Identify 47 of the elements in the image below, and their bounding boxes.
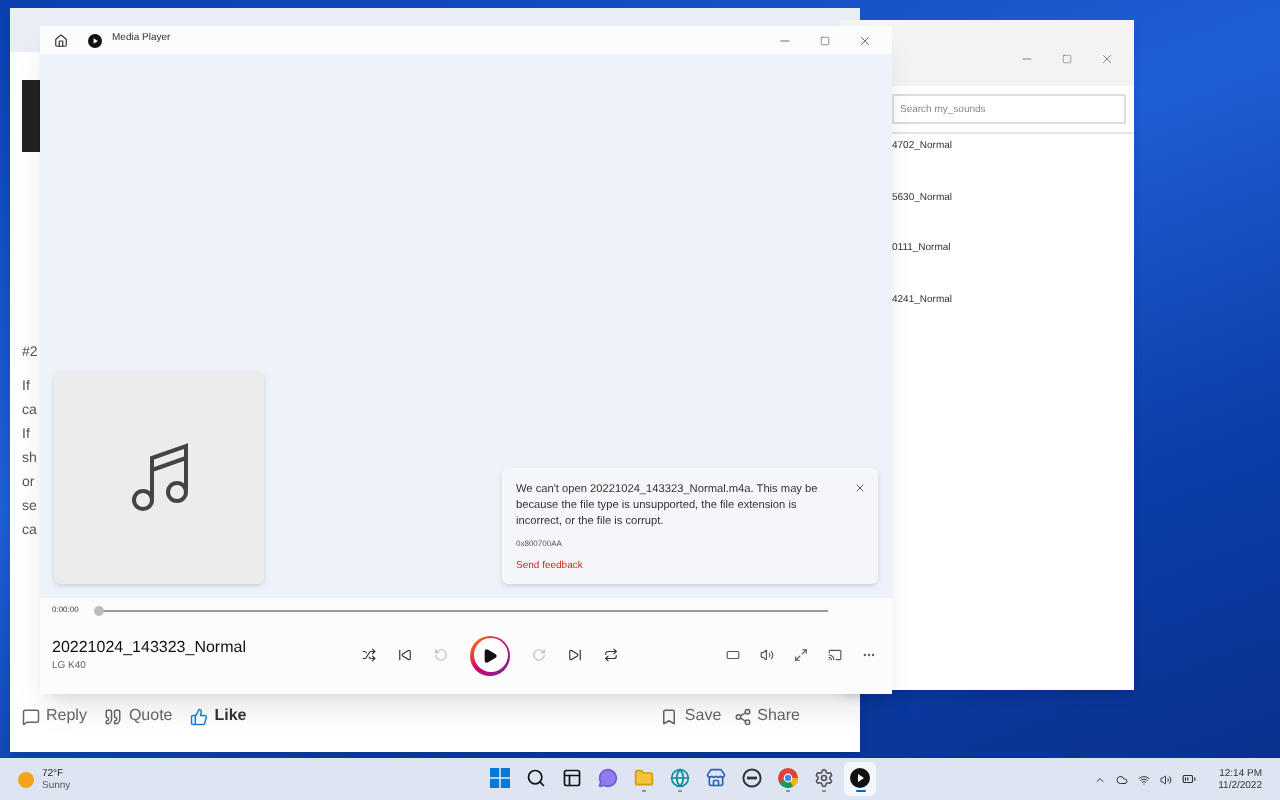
post-action-button[interactable]: Quote (104, 704, 173, 728)
taskbar-app[interactable] (844, 762, 876, 796)
home-icon[interactable] (54, 33, 68, 47)
save-icon (660, 707, 679, 725)
seek-thumb[interactable] (94, 605, 105, 615)
fullscreen-icon[interactable] (794, 648, 808, 662)
browser-icon[interactable] (670, 767, 690, 787)
music-notes-icon (129, 442, 189, 514)
play-icon (482, 647, 498, 663)
play-logo-icon[interactable] (850, 767, 870, 787)
sun-icon (18, 771, 34, 787)
previous-icon[interactable] (398, 648, 412, 662)
store-icon[interactable] (706, 767, 726, 787)
close-icon[interactable] (854, 481, 866, 493)
search-icon[interactable] (526, 767, 546, 787)
post-action-button[interactable]: Save (660, 704, 722, 728)
battery-icon[interactable] (1182, 772, 1197, 786)
windows-logo-icon[interactable] (490, 767, 510, 787)
close-icon[interactable] (1100, 51, 1114, 65)
play-button[interactable] (470, 635, 510, 675)
speaker-icon[interactable] (1160, 773, 1173, 785)
post-action-button[interactable]: Share (733, 704, 800, 728)
seek-slider[interactable] (94, 605, 828, 615)
chrome-style-icon[interactable] (778, 767, 798, 787)
volume-icon[interactable] (760, 648, 774, 662)
circle-logo-icon[interactable] (742, 767, 762, 787)
wifi-icon[interactable] (1138, 773, 1151, 785)
repeat-icon[interactable] (604, 648, 618, 662)
more-icon[interactable] (862, 648, 876, 662)
play-logo-icon (88, 33, 102, 47)
cast-icon[interactable] (828, 648, 842, 662)
task-view-icon[interactable] (562, 767, 582, 787)
post-action-button[interactable]: Reply (22, 704, 87, 728)
next-icon[interactable] (568, 648, 582, 662)
cloud-icon[interactable] (1116, 773, 1129, 785)
reply-icon (22, 707, 40, 725)
settings-icon[interactable] (814, 767, 834, 787)
shuffle-icon[interactable] (362, 648, 376, 662)
like-icon (190, 707, 209, 725)
chat-icon[interactable] (598, 767, 618, 787)
quote-icon (104, 707, 123, 725)
miniplayer-icon[interactable] (726, 648, 740, 662)
close-icon[interactable] (858, 33, 872, 47)
share-icon (733, 707, 752, 725)
track-title: 20221024_143323_Normal (52, 635, 248, 660)
post-action-button[interactable]: Like (190, 704, 247, 728)
chevron-up-icon[interactable] (1094, 773, 1107, 785)
